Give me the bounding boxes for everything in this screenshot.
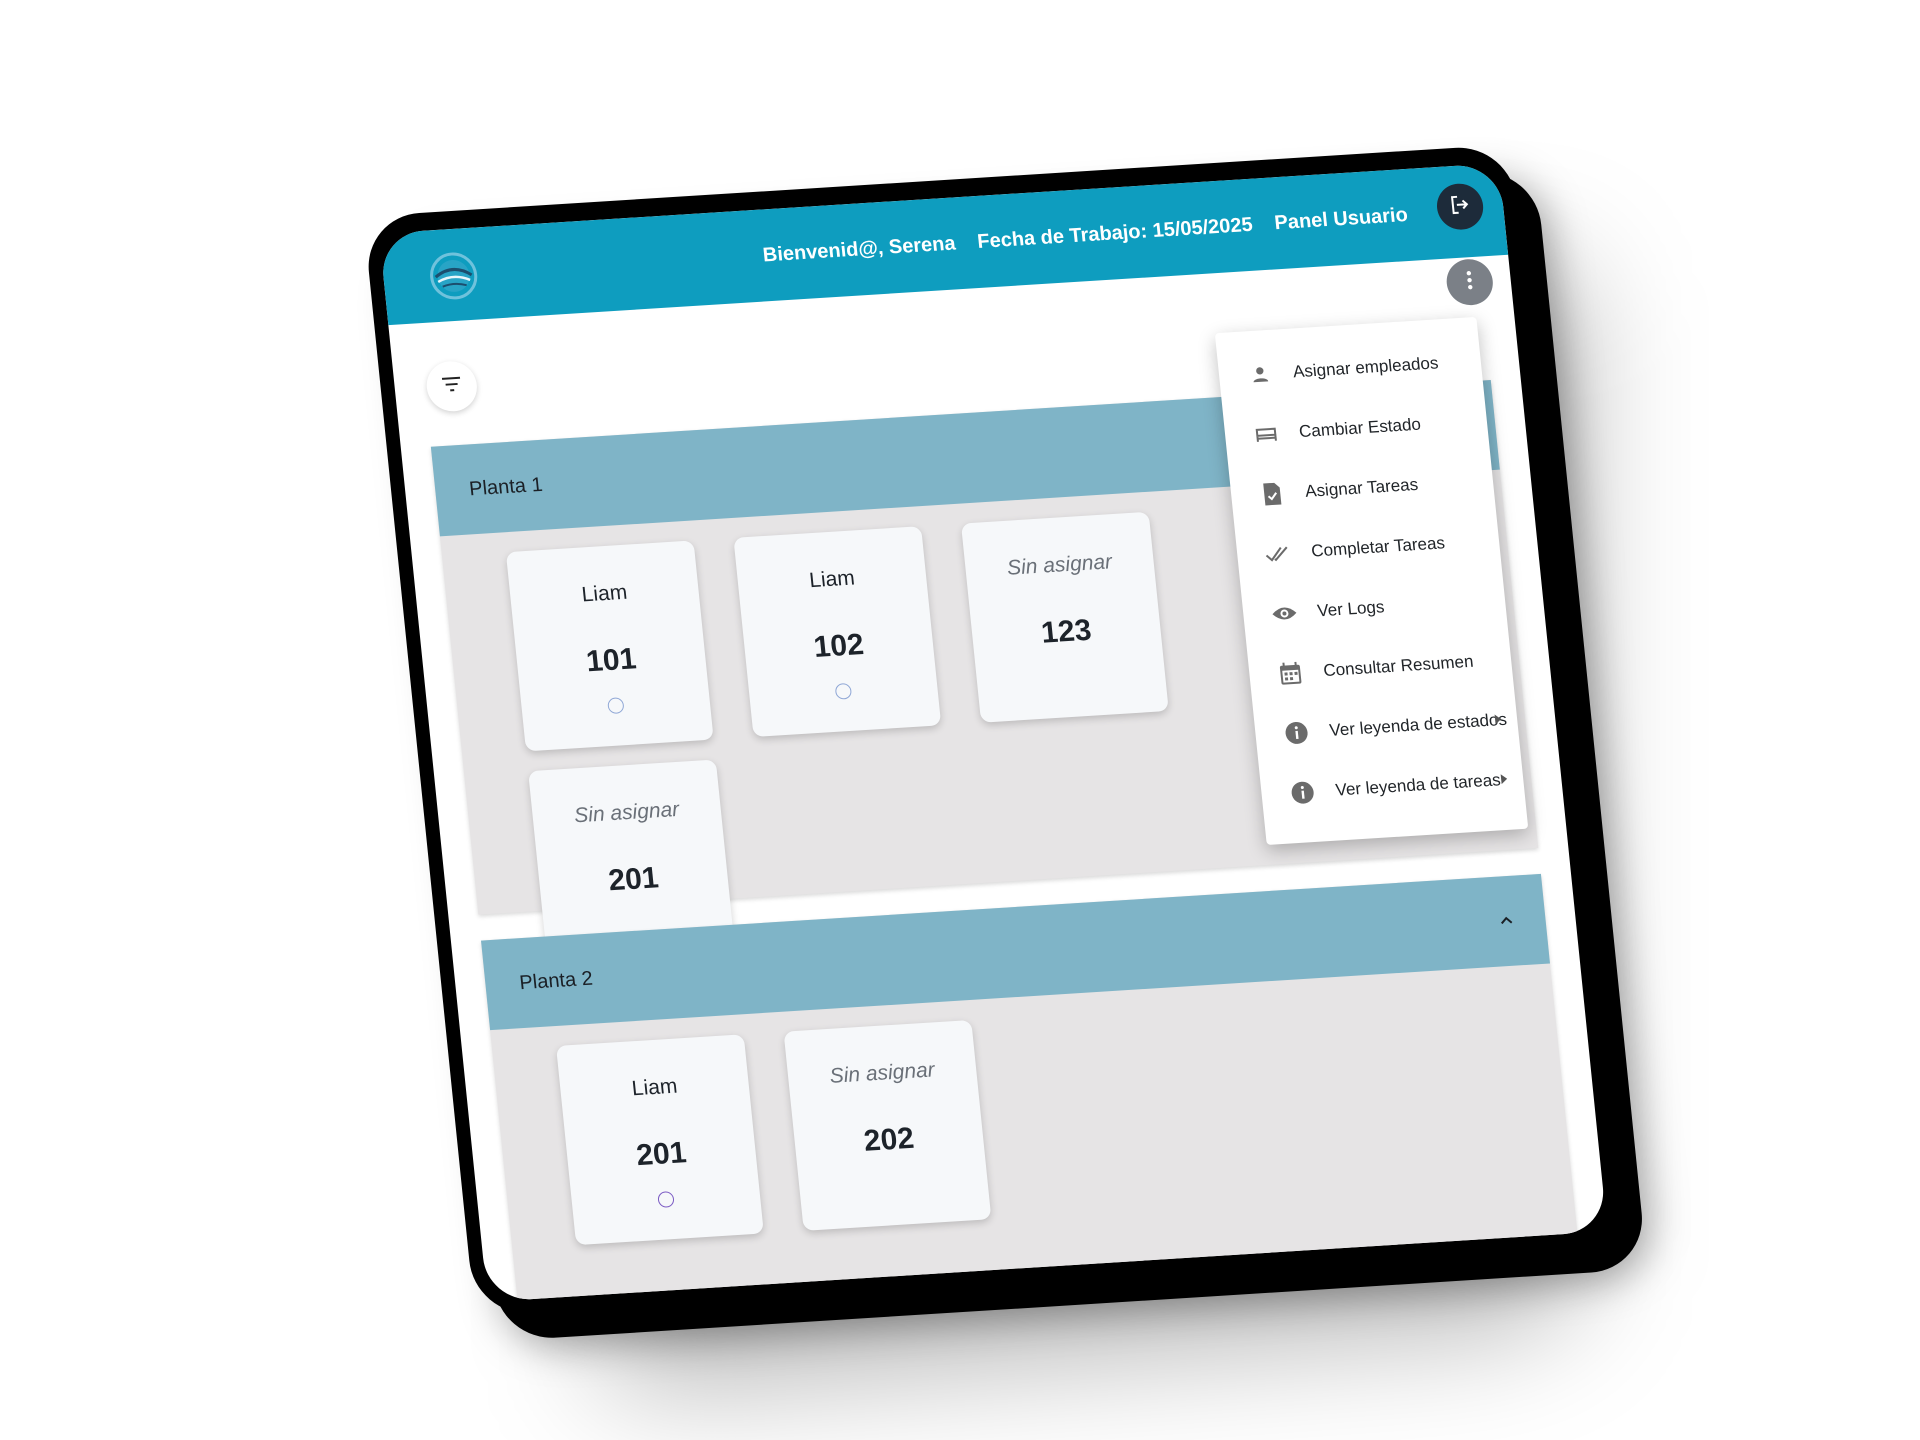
menu-item-label: Ver Logs bbox=[1316, 597, 1386, 621]
task-document-icon bbox=[1258, 480, 1287, 508]
room-number: 201 bbox=[606, 861, 661, 898]
room-number: 123 bbox=[1039, 613, 1093, 650]
actions-menu: Asignar empleados Cambiar Estado Asignar… bbox=[1214, 316, 1529, 846]
room-employee: Sin asignar bbox=[828, 1058, 936, 1088]
more-options-button[interactable] bbox=[1444, 257, 1496, 307]
room-employee: Liam bbox=[808, 566, 856, 593]
info-icon bbox=[1282, 719, 1311, 747]
room-card[interactable]: Sin asignar 123 bbox=[960, 511, 1169, 723]
room-employee: Liam bbox=[580, 580, 629, 607]
calendar-icon bbox=[1276, 659, 1305, 687]
submenu-arrow-icon bbox=[1494, 714, 1502, 725]
room-number: 102 bbox=[812, 628, 866, 665]
menu-item-label: Consultar Resumen bbox=[1322, 651, 1475, 681]
tablet-device: Bienvenid@, Serena Fecha de Trabajo: 15/… bbox=[363, 144, 1623, 1317]
room-status-icon bbox=[834, 682, 853, 700]
room-number: 101 bbox=[584, 642, 638, 679]
eye-icon bbox=[1270, 600, 1299, 628]
double-check-icon bbox=[1264, 540, 1293, 568]
room-card[interactable]: Liam 102 bbox=[733, 526, 942, 738]
room-status-icon bbox=[607, 697, 625, 715]
filter-icon bbox=[438, 371, 465, 401]
room-status-icon bbox=[657, 1190, 675, 1208]
logout-icon bbox=[1447, 191, 1474, 221]
floor-panel-2: Planta 2 Liam 201 Sin asignar 202 bbox=[480, 873, 1582, 1302]
logout-button[interactable] bbox=[1434, 182, 1486, 231]
menu-item-label: Asignar Tareas bbox=[1304, 474, 1420, 501]
menu-item-label: Ver leyenda de estados bbox=[1328, 709, 1508, 740]
info-icon bbox=[1288, 779, 1317, 807]
submenu-arrow-icon bbox=[1500, 773, 1508, 785]
menu-item-label: Cambiar Estado bbox=[1298, 414, 1422, 442]
menu-item-label: Completar Tareas bbox=[1310, 533, 1446, 561]
room-employee: Sin asignar bbox=[1005, 550, 1114, 580]
room-card[interactable]: Liam 101 bbox=[505, 540, 714, 752]
room-card[interactable]: Sin asignar 202 bbox=[783, 1019, 992, 1231]
room-employee: Liam bbox=[630, 1074, 679, 1101]
work-date-text: Fecha de Trabajo: 15/05/2025 bbox=[976, 213, 1254, 253]
room-card[interactable]: Liam 201 bbox=[555, 1034, 764, 1246]
menu-item-label: Asignar empleados bbox=[1292, 353, 1440, 382]
menu-item-label: Ver leyenda de tareas bbox=[1334, 770, 1502, 800]
more-vert-icon bbox=[1465, 270, 1474, 295]
welcome-text: Bienvenid@, Serena bbox=[761, 231, 957, 266]
room-number: 201 bbox=[634, 1136, 689, 1173]
bed-icon bbox=[1252, 420, 1281, 448]
floor-label: Planta 1 bbox=[468, 473, 544, 500]
person-icon bbox=[1246, 361, 1275, 389]
user-panel-link[interactable]: Panel Usuario bbox=[1273, 203, 1408, 234]
filter-button[interactable] bbox=[424, 359, 480, 413]
floor-label: Planta 2 bbox=[518, 967, 594, 994]
main-content: Planta 1 Liam 101 Liam 102 Sin asignar 1… bbox=[388, 255, 1607, 1302]
app-screen: Bienvenid@, Serena Fecha de Trabajo: 15/… bbox=[379, 163, 1608, 1302]
app-logo bbox=[425, 249, 482, 302]
room-number: 202 bbox=[862, 1121, 916, 1158]
collapse-chevron-icon[interactable] bbox=[1490, 905, 1523, 937]
room-employee: Sin asignar bbox=[573, 797, 681, 828]
